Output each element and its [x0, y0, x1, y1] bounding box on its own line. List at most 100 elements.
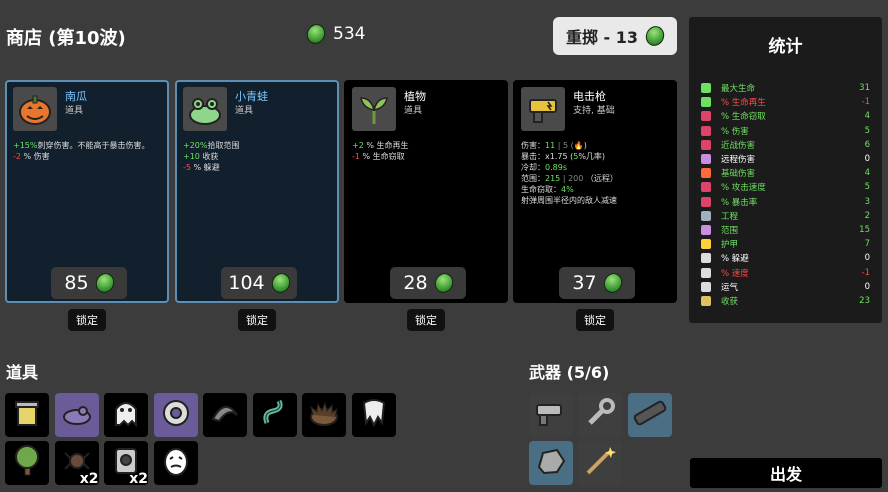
slug-icon — [57, 393, 97, 437]
stat-row[interactable]: % 伤害 5 — [701, 124, 870, 138]
stat-row[interactable]: 远程伤害 0 — [701, 152, 870, 166]
inventory-slot[interactable] — [104, 393, 148, 437]
inventory-slot[interactable] — [5, 441, 49, 485]
stat-row[interactable]: 工程 2 — [701, 209, 870, 223]
quantity-badge: x2 — [79, 471, 99, 487]
material-coin-icon — [431, 270, 456, 296]
inventory-slot[interactable] — [578, 441, 622, 485]
buy-button[interactable]: 85 — [51, 267, 127, 299]
effect-line: -1 % 生命窃取 — [352, 151, 500, 162]
effect-line: 暴击：x1.75 (5%几率) — [521, 151, 669, 162]
stat-row[interactable]: % 生命窃取 4 — [701, 109, 870, 123]
dodge-icon — [701, 253, 711, 264]
inventory-slot[interactable] — [5, 393, 49, 437]
stat-row[interactable]: % 躲避 0 — [701, 251, 870, 265]
price: 37 — [572, 272, 597, 294]
shop-title: 商店 (第10波) — [6, 28, 126, 49]
rock-icon — [531, 441, 571, 485]
stat-row[interactable]: 范围 15 — [701, 223, 870, 237]
buy-button[interactable]: 37 — [559, 267, 635, 299]
stat-row[interactable]: 收获 23 — [701, 294, 870, 308]
lock-button[interactable]: 锁定 — [238, 309, 276, 331]
regen-icon — [701, 97, 711, 108]
inventory-slot[interactable] — [153, 393, 198, 437]
stat-value: 4 — [864, 111, 870, 122]
lock-button[interactable]: 锁定 — [576, 309, 614, 331]
reroll-label: 重掷 - 13 — [565, 28, 639, 47]
stat-row[interactable]: 近战伤害 6 — [701, 138, 870, 152]
stat-label: 收获 — [721, 296, 739, 307]
effect-line: +2 % 生命再生 — [352, 140, 500, 151]
item-name: 电击枪 — [573, 90, 606, 103]
effect-segment: | 200 — [560, 174, 586, 183]
stat-value: 5 — [864, 125, 870, 136]
inventory-slot[interactable]: x2 — [104, 441, 148, 487]
inventory-slot[interactable] — [529, 393, 573, 437]
inventory-slot[interactable] — [203, 393, 247, 437]
stat-value: -1 — [861, 267, 870, 278]
shop-card-frog[interactable]: 小青蛙 道具 +20%拾取范围 +10 收获 -5 % 躲避 104 — [175, 80, 339, 303]
stat-row[interactable]: % 暴击率 3 — [701, 195, 870, 209]
wand-icon — [580, 441, 620, 485]
effect-segment: 刺穿伤害。不能高于暴击伤害。 — [37, 141, 150, 150]
stat-row[interactable]: 护甲 7 — [701, 237, 870, 251]
stat-row[interactable]: 最大生命 31 — [701, 81, 870, 95]
materials-counter: 534 — [303, 21, 365, 47]
effect-segment: 4% — [561, 185, 574, 194]
go-button[interactable]: 出发 — [690, 458, 882, 488]
buy-button[interactable]: 104 — [221, 267, 297, 299]
inventory-slot[interactable] — [628, 393, 672, 437]
inventory-slot[interactable] — [302, 393, 346, 437]
effect-segment: -1 — [352, 152, 360, 161]
stat-label: 工程 — [721, 211, 739, 222]
effect-segment: 射弹周围半径内的敌人减速 — [521, 196, 617, 205]
material-coin-icon — [600, 270, 625, 296]
item-category: 道具 — [404, 106, 423, 116]
stat-label: % 速度 — [721, 268, 749, 279]
stat-label: % 伤害 — [721, 126, 749, 137]
stat-value: 31 — [859, 83, 870, 94]
stat-value: 0 — [864, 281, 870, 292]
effect-segment: +2 — [352, 141, 364, 150]
stat-row[interactable]: 运气 0 — [701, 280, 870, 294]
inventory-slot[interactable] — [54, 393, 99, 437]
inventory-slot[interactable] — [529, 441, 573, 485]
harvest-icon — [701, 295, 711, 306]
effect-segment: 11 — [545, 141, 556, 150]
effect-segment: 215 — [545, 174, 561, 183]
material-coin-icon — [268, 270, 294, 296]
stat-label: 范围 — [721, 225, 739, 236]
effect-segment: -5 — [183, 163, 191, 172]
shop-card-plant[interactable]: 植物 道具 +2 % 生命再生 -1 % 生命窃取 28 — [344, 80, 508, 303]
stat-row[interactable]: % 速度 -1 — [701, 265, 870, 279]
shop-card-taser[interactable]: 电击枪 支持, 基础 伤害：11 | 5 (🔥) 暴击：x1.75 (5%几率) 冷… — [513, 80, 677, 303]
effect-line: 射弹周围半径内的敌人减速 — [521, 195, 669, 206]
item-category: 道具 — [65, 106, 84, 116]
effect-segment: +20% — [183, 141, 208, 150]
reroll-button[interactable]: 重掷 - 13 — [553, 17, 677, 55]
attack-speed-icon — [701, 182, 711, 193]
effect-line: +20%拾取范围 — [183, 140, 331, 151]
inventory-slot[interactable]: x2 — [54, 441, 99, 487]
egg-icon — [156, 441, 196, 485]
effect-segment: 0.89s — [545, 163, 567, 172]
inventory-slot[interactable] — [252, 393, 297, 437]
hedgehog-icon — [304, 393, 344, 437]
effect-line: 伤害：11 | 5 (🔥) — [521, 140, 669, 151]
buy-button[interactable]: 28 — [390, 267, 466, 299]
lock-button[interactable]: 锁定 — [407, 309, 445, 331]
weapons-title: 武器 (5/6) — [529, 363, 610, 382]
stat-row[interactable]: 基础伤害 4 — [701, 166, 870, 180]
effect-line: -5 % 躲避 — [183, 162, 331, 173]
stat-row[interactable]: % 生命再生 -1 — [701, 95, 870, 109]
stat-row[interactable]: % 攻击速度 5 — [701, 180, 870, 194]
pumpkin-icon — [13, 87, 57, 131]
inventory-slot[interactable] — [578, 393, 622, 437]
stats-title: 统计 — [768, 37, 803, 57]
inventory-slot[interactable] — [153, 441, 198, 485]
shop-card-pumpkin[interactable]: 南瓜 道具 +15%刺穿伤害。不能高于暴击伤害。 -2 % 伤害 85 — [5, 80, 169, 303]
heart-icon — [701, 83, 711, 94]
inventory-slot[interactable] — [351, 393, 396, 437]
lock-button[interactable]: 锁定 — [68, 309, 106, 331]
stat-label: 基础伤害 — [721, 169, 756, 180]
